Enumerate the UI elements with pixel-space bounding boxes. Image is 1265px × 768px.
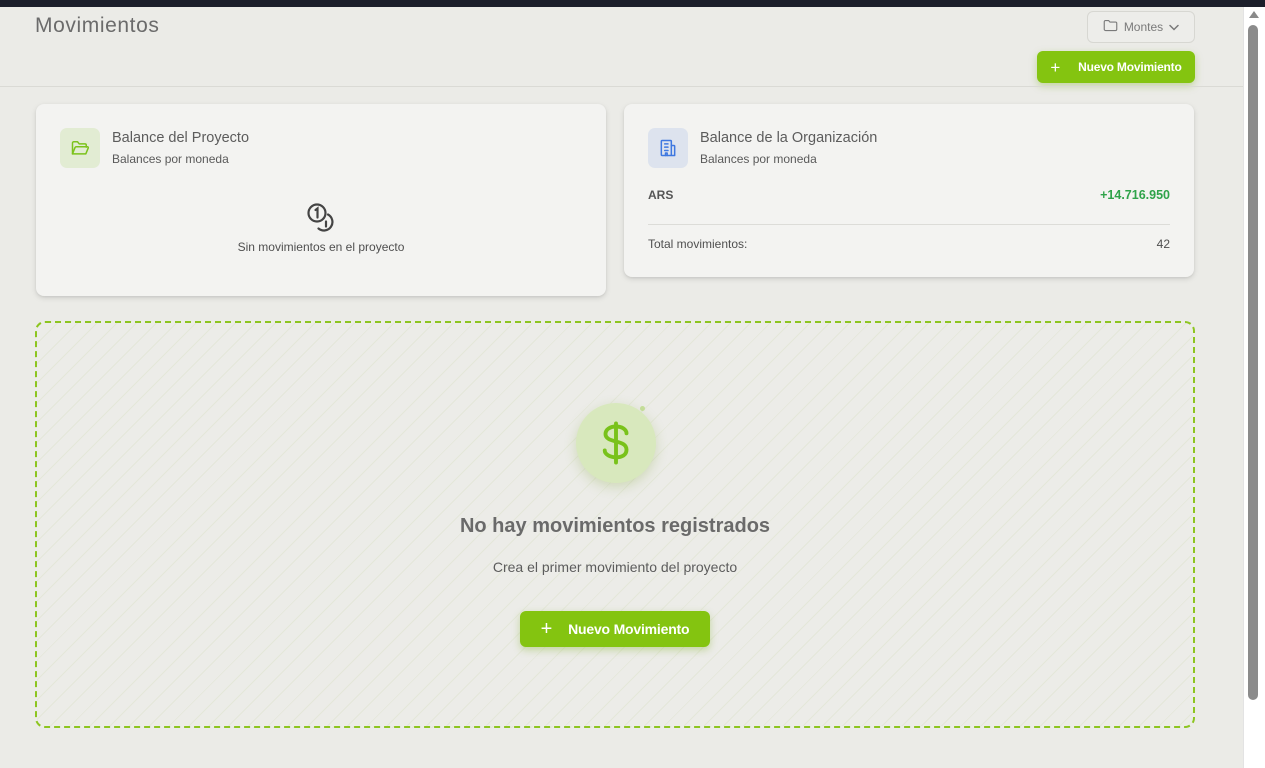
empty-state-subtitle: Crea el primer movimiento del proyecto bbox=[492, 559, 738, 575]
project-card-subtitle: Balances por moneda bbox=[112, 152, 229, 166]
new-movement-button-label: Nuevo Movimiento bbox=[1078, 60, 1182, 74]
plus-icon: + bbox=[540, 618, 553, 640]
empty-state-panel: No hay movimientos registrados Crea el p… bbox=[35, 321, 1195, 728]
new-movement-button[interactable]: + Nuevo Movimiento bbox=[1037, 51, 1195, 83]
currency-label: ARS bbox=[648, 188, 674, 202]
project-selector[interactable]: Montes bbox=[1087, 11, 1195, 43]
empty-state-title: No hay movimientos registrados bbox=[459, 515, 771, 537]
empty-state-new-movement-button[interactable]: + Nuevo Movimiento bbox=[520, 611, 710, 647]
currency-balance-value: +14.716.950 bbox=[1100, 188, 1170, 202]
decorative-dot bbox=[640, 406, 645, 411]
organization-balance-card: Balance de la Organización Balances por … bbox=[624, 104, 1194, 277]
dollar-icon bbox=[576, 403, 656, 483]
plus-icon: + bbox=[1050, 57, 1061, 77]
org-card-title: Balance de la Organización bbox=[700, 130, 878, 146]
building-icon bbox=[648, 128, 688, 168]
scroll-up-arrow-icon[interactable] bbox=[1249, 11, 1259, 18]
project-card-title: Balance del Proyecto bbox=[112, 130, 250, 146]
chevron-down-icon bbox=[1169, 20, 1179, 34]
coins-icon bbox=[306, 202, 338, 237]
folder-icon bbox=[1103, 19, 1118, 35]
browser-top-bar bbox=[0, 0, 1265, 7]
empty-state-button-label: Nuevo Movimiento bbox=[568, 621, 690, 637]
vertical-scrollbar[interactable] bbox=[1243, 7, 1265, 768]
total-movements-value: 42 bbox=[1156, 237, 1170, 251]
folder-open-icon bbox=[60, 128, 100, 168]
header-divider bbox=[0, 86, 1243, 87]
scrollbar-thumb[interactable] bbox=[1248, 25, 1258, 700]
total-movements-label: Total movimientos: bbox=[648, 237, 748, 251]
org-card-subtitle: Balances por moneda bbox=[700, 152, 817, 166]
project-selector-label: Montes bbox=[1123, 20, 1164, 34]
project-empty-text: Sin movimientos en el proyecto bbox=[237, 240, 405, 254]
project-balance-card: Balance del Proyecto Balances por moneda… bbox=[36, 104, 606, 296]
org-card-divider bbox=[648, 224, 1170, 225]
page-title: Movimientos bbox=[35, 14, 160, 37]
